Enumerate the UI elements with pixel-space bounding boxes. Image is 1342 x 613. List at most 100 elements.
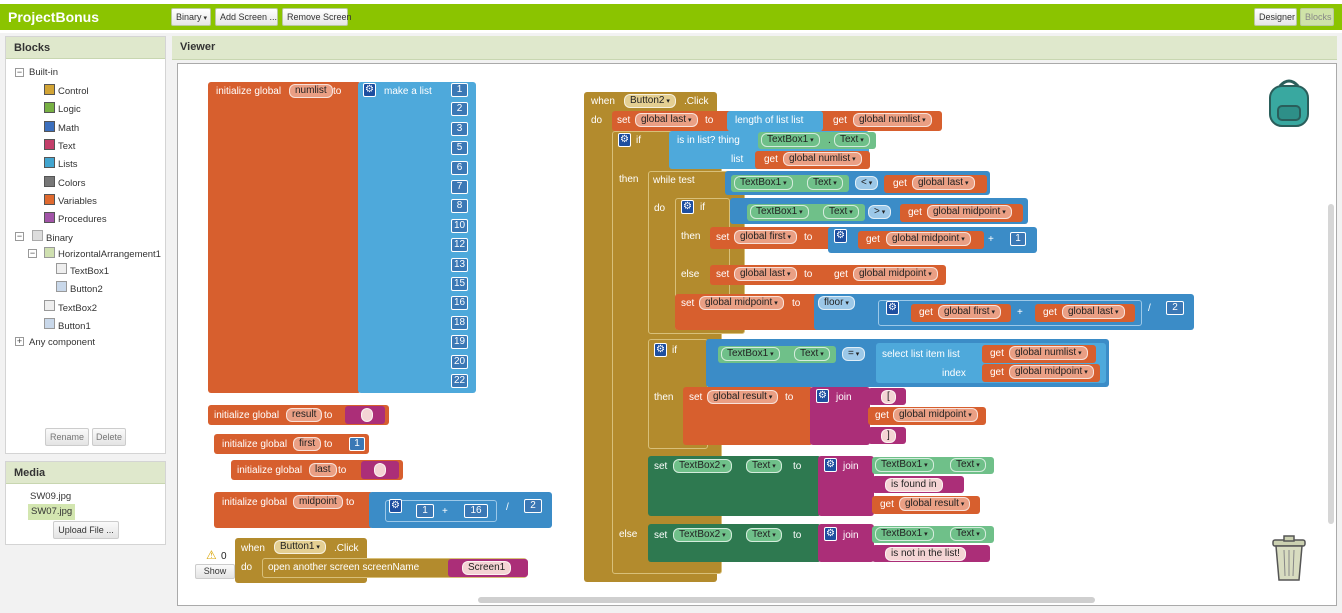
var-global-first-dropdown[interactable]: global first [734,230,798,244]
number-item[interactable]: 19 [451,335,468,350]
media-file-item[interactable]: SW07.jpg [28,504,76,520]
mutator-gear-icon[interactable]: ⚙ [824,458,837,472]
text-property-dropdown[interactable]: Text [807,176,843,190]
textbox1-dropdown[interactable]: TextBox1 [734,176,793,190]
var-global-last-dropdown[interactable]: global last [1062,305,1125,319]
var-global-numlist-dropdown[interactable]: global numlist [1009,346,1088,360]
init-numlist-block[interactable] [208,82,361,393]
var-global-last-dropdown[interactable]: global last [734,267,797,281]
gt-operator-dropdown[interactable]: > [868,205,892,219]
tree-item-button1[interactable]: Button1 [58,321,91,333]
text-property-dropdown[interactable]: Text [950,527,986,541]
warning-icon[interactable]: ⚠ [206,548,217,562]
category-logic[interactable]: Logic [58,104,81,116]
eq-operator-dropdown[interactable]: = [842,347,866,361]
screen-select-dropdown[interactable]: Binary [171,8,211,26]
var-global-numlist-dropdown[interactable]: global numlist [783,152,862,166]
category-procedures[interactable]: Procedures [58,214,107,226]
number-item[interactable]: 12 [451,238,468,253]
string-is-found-in[interactable]: is found in [885,478,943,492]
number-item[interactable]: 16 [451,296,468,311]
category-lists[interactable]: Lists [58,159,78,171]
tree-item-any-component[interactable]: Any component [29,337,95,349]
blocks-button[interactable]: Blocks [1300,8,1334,26]
number-sixteen[interactable]: 16 [464,504,488,518]
var-name-numlist[interactable]: numlist [289,84,333,98]
textbox1-dropdown[interactable]: TextBox1 [875,527,934,541]
tree-item-arrangement[interactable]: HorizontalArrangement1 [58,249,161,261]
designer-button[interactable]: Designer [1254,8,1297,26]
mutator-gear-icon[interactable]: ⚙ [824,527,837,541]
blocks-workspace[interactable]: initialize global numlist to ⚙ make a li… [177,63,1337,606]
add-screen-button[interactable]: Add Screen ... [215,8,278,26]
string-rbracket[interactable]: ] [881,429,896,443]
mutator-gear-icon[interactable]: ⚙ [834,229,847,243]
var-global-result-dropdown[interactable]: global result [707,390,779,404]
mutator-gear-icon[interactable]: ⚙ [886,301,899,315]
text-property-dropdown[interactable]: Text [794,347,830,361]
upload-file-button[interactable]: Upload File ... [53,521,119,539]
button2-dropdown[interactable]: Button2 [624,94,676,108]
number-two[interactable]: 2 [1166,301,1184,315]
var-global-midpoint-dropdown[interactable]: global midpoint [853,267,938,281]
number-item[interactable]: 5 [451,141,468,156]
number-item[interactable]: 18 [451,315,468,330]
show-warnings-button[interactable]: Show [195,564,235,579]
text-property-dropdown[interactable]: Text [746,459,782,473]
number-one[interactable]: 1 [1010,232,1026,246]
number-item[interactable]: 7 [451,180,468,194]
mutator-gear-icon[interactable]: ⚙ [654,343,667,357]
var-global-numlist-dropdown[interactable]: global numlist [853,113,932,127]
var-global-first-dropdown[interactable]: global first [938,305,1002,319]
number-item[interactable]: 2 [451,102,468,117]
builtin-label[interactable]: Built-in [29,67,58,79]
number-two[interactable]: 2 [524,499,542,513]
category-variables[interactable]: Variables [58,196,97,208]
number-item[interactable]: 6 [451,160,468,175]
number-item[interactable]: 15 [451,277,468,291]
delete-button[interactable]: Delete [92,428,126,446]
collapse-builtin-toggle[interactable]: − [15,68,24,77]
mutator-gear-icon[interactable]: ⚙ [681,200,694,214]
var-name-first[interactable]: first [293,437,322,451]
var-name-last[interactable]: last [309,463,337,477]
string-not-in-list[interactable]: is not in the list! [885,547,966,561]
text-property-dropdown[interactable]: Text [823,205,859,219]
tree-item-binary[interactable]: Binary [46,233,73,245]
number-one[interactable]: 1 [416,504,434,518]
media-file-item[interactable]: SW09.jpg [30,491,71,503]
var-name-result[interactable]: result [286,408,323,422]
number-item[interactable]: 10 [451,218,468,233]
mutator-gear-icon[interactable]: ⚙ [618,133,631,147]
collapse-arrangement-toggle[interactable]: − [28,249,37,258]
textbox1-dropdown[interactable]: TextBox1 [750,205,809,219]
tree-item-button2[interactable]: Button2 [70,284,103,296]
var-global-midpoint-dropdown[interactable]: global midpoint [699,296,784,310]
floor-dropdown[interactable]: floor [818,296,855,310]
horizontal-scrollbar[interactable] [478,597,1095,603]
var-global-midpoint-dropdown[interactable]: global midpoint [893,408,978,422]
number-item[interactable]: 8 [451,199,468,214]
mutator-gear-icon[interactable]: ⚙ [389,499,402,513]
number-item[interactable]: 22 [451,374,468,388]
tree-item-textbox2[interactable]: TextBox2 [58,303,97,315]
number-item[interactable]: 20 [451,354,468,369]
textbox1-dropdown[interactable]: TextBox1 [721,347,780,361]
mutator-gear-icon[interactable]: ⚙ [363,83,376,97]
text-property-dropdown[interactable]: Text [950,458,986,472]
var-global-last-dropdown[interactable]: global last [912,176,975,190]
button1-dropdown[interactable]: Button1 [274,540,326,554]
var-global-midpoint-dropdown[interactable]: global midpoint [886,232,971,246]
lt-operator-dropdown[interactable]: < [855,176,879,190]
category-math[interactable]: Math [58,123,79,135]
string-screen1[interactable]: Screen1 [462,561,512,575]
mutator-gear-icon[interactable]: ⚙ [816,389,829,403]
tree-item-textbox1[interactable]: TextBox1 [70,266,109,278]
category-control[interactable]: Control [58,86,89,98]
textbox2-dropdown[interactable]: TextBox2 [673,459,732,473]
remove-screen-button[interactable]: Remove Screen [282,8,352,26]
text-property-dropdown[interactable]: Text [746,528,782,542]
var-global-midpoint-dropdown[interactable]: global midpoint [1009,365,1094,379]
var-global-last-dropdown[interactable]: global last [635,113,698,127]
collapse-binary-toggle[interactable]: − [15,232,24,241]
